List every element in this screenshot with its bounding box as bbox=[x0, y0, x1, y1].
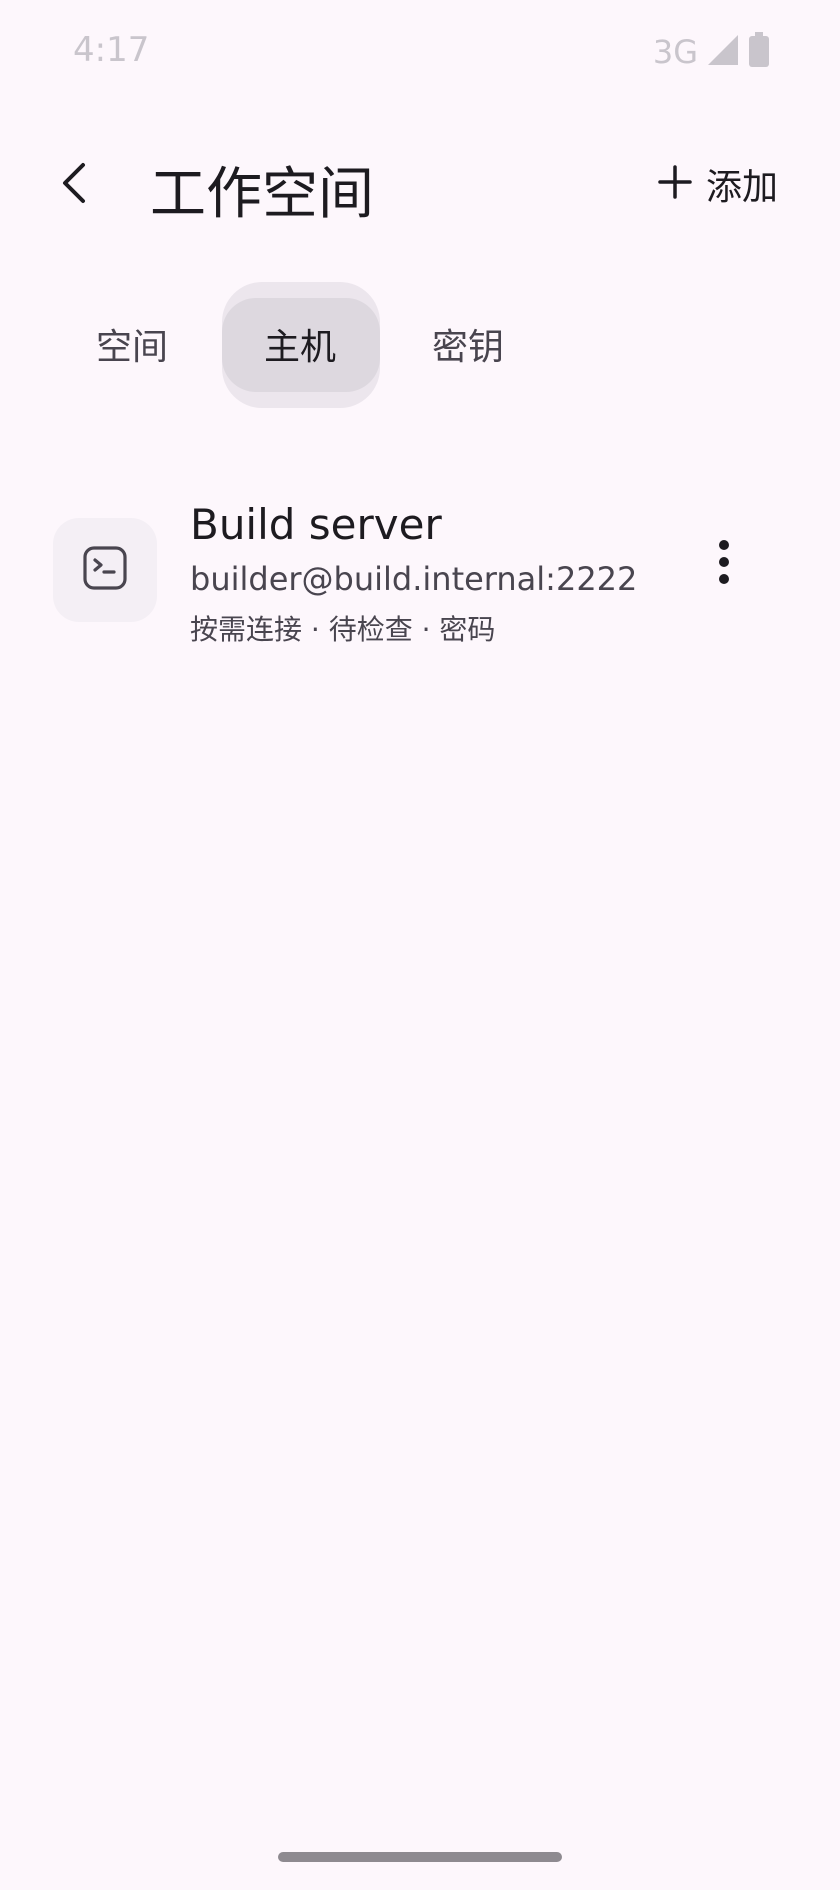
add-button[interactable]: 添加 bbox=[658, 159, 778, 209]
host-name: Build server bbox=[190, 500, 442, 549]
battery-icon bbox=[748, 32, 770, 72]
status-bar: 4:17 3G bbox=[0, 0, 840, 100]
host-list-item[interactable]: Build server builder@build.internal:2222… bbox=[0, 490, 840, 660]
status-indicators: 3G bbox=[653, 32, 770, 72]
back-arrow-icon bbox=[59, 162, 89, 208]
tab-space[interactable]: 空间 bbox=[60, 296, 204, 392]
signal-icon bbox=[706, 33, 740, 71]
host-meta: 按需连接 · 待检查 · 密码 bbox=[190, 613, 496, 646]
page-title: 工作空间 bbox=[150, 162, 374, 227]
status-time: 4:17 bbox=[73, 30, 150, 70]
tab-key[interactable]: 密钥 bbox=[396, 296, 540, 392]
tab-host[interactable]: 主机 bbox=[222, 296, 378, 392]
plus-icon bbox=[658, 165, 692, 203]
host-icon-container bbox=[53, 518, 157, 622]
back-button[interactable] bbox=[44, 155, 104, 215]
network-type: 3G bbox=[652, 33, 698, 71]
more-vert-icon bbox=[716, 539, 732, 589]
segmented-tabs: 空间 主机 密钥 bbox=[60, 282, 660, 408]
terminal-icon bbox=[81, 544, 129, 596]
add-button-label: 添加 bbox=[705, 167, 778, 208]
host-address: builder@build.internal:2222 bbox=[190, 560, 638, 598]
host-more-button[interactable] bbox=[696, 536, 752, 592]
home-indicator[interactable] bbox=[278, 1852, 562, 1862]
app-bar: 工作空间 添加 bbox=[0, 145, 840, 245]
